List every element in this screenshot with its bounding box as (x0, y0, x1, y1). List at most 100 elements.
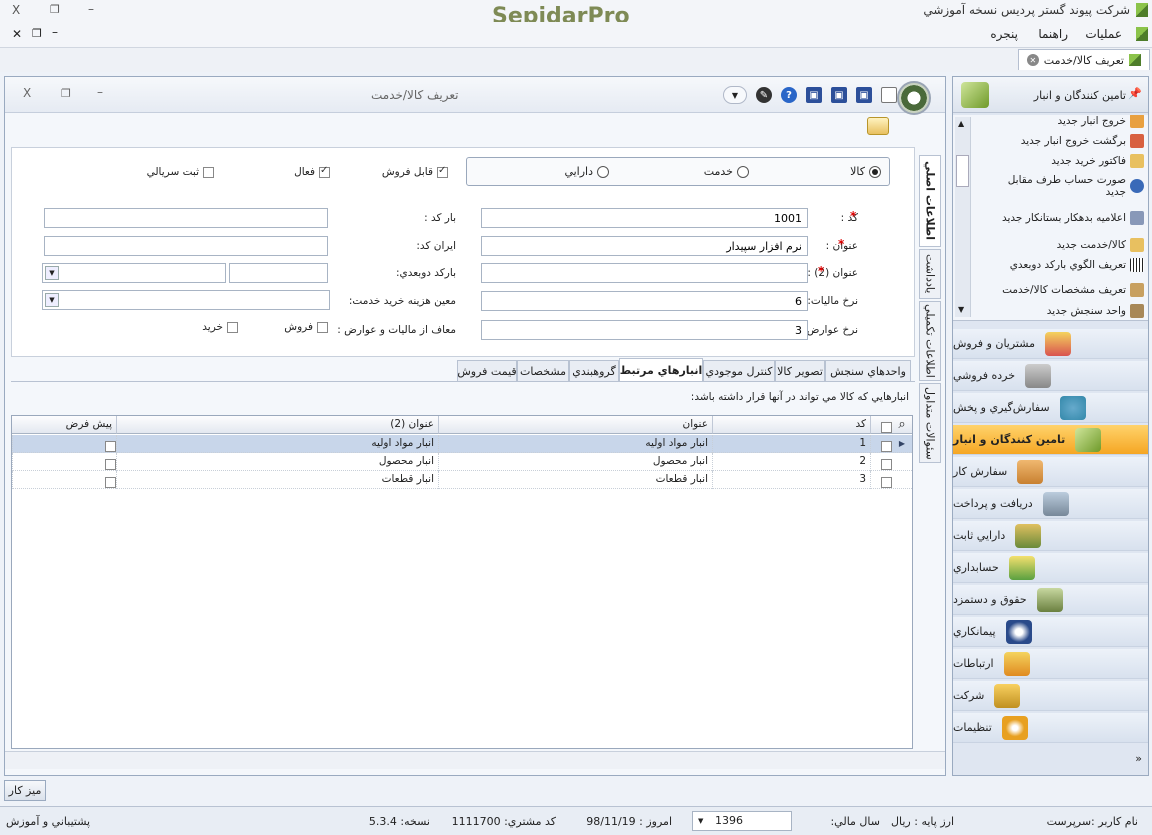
sellable-checkbox[interactable]: قابل فروش (382, 165, 448, 178)
minimize-app-button[interactable]: – (88, 2, 94, 16)
tree-item-warehouse-out[interactable]: خروج انبار جديد (1057, 115, 1144, 131)
iran-code-label: ايران کد: (416, 240, 456, 252)
fiscal-year-dropdown-icon[interactable]: ▼ (698, 812, 703, 830)
cell-default[interactable] (12, 435, 116, 453)
barcode2d-text-input[interactable] (229, 263, 328, 283)
grid-select-all[interactable] (870, 416, 892, 434)
module-contracting[interactable]: پيمانکاري (953, 617, 1148, 647)
help-icon[interactable]: ? (781, 87, 797, 103)
module-distribution[interactable]: سفارش‌گيري و پخش (953, 393, 1148, 423)
tab-image[interactable]: تصوير کالا (775, 360, 825, 381)
scroll-up-icon[interactable]: ▲ (958, 119, 964, 128)
desk-button[interactable]: ميز کار (4, 780, 46, 801)
side-tab-faq[interactable]: سئوالات متداول (919, 383, 941, 463)
module-accounting[interactable]: حسابداري (953, 553, 1148, 583)
form-close-button[interactable]: X (23, 86, 31, 100)
col-code-header[interactable]: کد (712, 416, 870, 434)
grid-search-icon[interactable]: ⌕ (892, 416, 912, 434)
menu-item-operations[interactable]: عمليات (1085, 27, 1122, 41)
save-new-icon[interactable]: ▣ (806, 87, 822, 103)
service-cost-dropdown-icon[interactable]: ▼ (45, 293, 59, 307)
tree-item-debit-credit[interactable]: اعلاميه بدهکار بستانکار جديد (994, 203, 1144, 233)
col-title2-header[interactable]: عنوان (2) (116, 416, 438, 434)
type-service-radio[interactable]: خدمت (704, 165, 749, 178)
scroll-thumb[interactable] (956, 155, 969, 187)
title2-input[interactable] (481, 263, 808, 283)
table-row[interactable]: 2 انبار محصول انبار محصول (12, 453, 912, 471)
module-fixed-assets[interactable]: دارايي ثابت (953, 521, 1148, 551)
table-row[interactable]: ▶ 1 انبار مواد اوليه انبار مواد اوليه (12, 435, 912, 453)
form-minimize-button[interactable]: – (97, 85, 103, 99)
row-select[interactable] (870, 435, 892, 453)
tree-item-barcode-pattern[interactable]: تعريف الگوي بارکد دوبعدي (1010, 255, 1144, 275)
barcode2d-select[interactable]: ▼ (42, 263, 226, 283)
code-input[interactable] (481, 208, 808, 228)
col-default-header[interactable]: پيش فرض (12, 416, 116, 434)
expand-chevron-icon[interactable]: » (1135, 752, 1142, 765)
restore-doc-button[interactable]: ❐ (32, 27, 42, 40)
side-tab-notes[interactable]: يادداشت (919, 249, 941, 299)
close-app-button[interactable]: X (12, 3, 20, 17)
menu-item-help[interactable]: راهنما (1038, 27, 1068, 41)
tools-icon[interactable]: ✎ (756, 87, 772, 103)
restore-app-button[interactable]: ❐ (50, 3, 60, 16)
form-restore-button[interactable]: ❐ (61, 87, 71, 100)
row-select[interactable] (870, 471, 892, 489)
module-company[interactable]: شرکت (953, 681, 1148, 711)
module-payroll[interactable]: حقوق و دستمزد (953, 585, 1148, 615)
module-settings[interactable]: تنظيمات (953, 713, 1148, 743)
module-suppliers[interactable]: تامين کنندگان و انبار (953, 425, 1148, 455)
exempt-purchase-checkbox[interactable]: خريد (202, 321, 238, 333)
support-link[interactable]: پشتيباني و آموزش (6, 815, 90, 828)
type-asset-radio[interactable]: دارايي (564, 165, 609, 178)
tree-item-counterparty-statement[interactable]: صورت حساب طرف مقابل جديد (994, 171, 1144, 201)
form-logo-icon (897, 81, 931, 115)
tree-item-new-goods[interactable]: کالا/خدمت جديد (1057, 235, 1144, 255)
side-tab-main-info[interactable]: اطلاعات اصلي (919, 155, 941, 247)
iran-code-input[interactable] (44, 236, 328, 256)
duty-rate-input[interactable] (481, 320, 808, 340)
close-doc-button[interactable]: ✕ (12, 27, 22, 41)
minimize-doc-button[interactable]: – (52, 25, 58, 39)
serial-checkbox[interactable]: ثبت سريالي (147, 166, 214, 178)
module-sales[interactable]: مشتريان و فروش (953, 329, 1148, 359)
table-row[interactable]: 3 انبار قطعات انبار قطعات (12, 471, 912, 489)
tree-scrollbar[interactable]: ▲ ▼ (955, 117, 971, 317)
tab-related-warehouses[interactable]: انبارهاي مرتبط (619, 358, 703, 381)
barcode2d-dropdown-icon[interactable]: ▼ (45, 266, 59, 280)
new-document-icon[interactable] (881, 87, 897, 103)
barcode-input[interactable] (44, 208, 328, 228)
title-input[interactable] (481, 236, 808, 256)
tab-specs[interactable]: مشخصات (517, 360, 569, 381)
tab-sale-price[interactable]: قيمت فروش (457, 360, 517, 381)
row-select[interactable] (870, 453, 892, 471)
type-goods-radio[interactable]: کالا (850, 165, 881, 178)
side-tab-extra-info[interactable]: اطلاعات تکميلي (919, 301, 941, 381)
tree-item-unit[interactable]: واحد سنجش جديد (1047, 301, 1144, 320)
exempt-sale-checkbox[interactable]: فروش (284, 321, 328, 333)
scroll-down-icon[interactable]: ▼ (958, 305, 964, 314)
save-close-icon[interactable]: ▣ (831, 87, 847, 103)
cell-default[interactable] (12, 453, 116, 471)
save-icon[interactable]: ▣ (856, 87, 872, 103)
tax-rate-input[interactable] (481, 291, 808, 311)
module-communications[interactable]: ارتباطات (953, 649, 1148, 679)
options-dropdown-icon[interactable]: ▼ (723, 86, 747, 104)
active-checkbox[interactable]: فعال (294, 165, 330, 178)
tree-item-purchase-invoice[interactable]: فاکتور خريد جديد (1051, 151, 1144, 171)
service-cost-select[interactable]: ▼ (42, 290, 330, 310)
tab-grouping[interactable]: گروهبندي (569, 360, 619, 381)
cell-default[interactable] (12, 471, 116, 489)
tab-stock-control[interactable]: کنترل موجودي (703, 360, 775, 381)
doc-tab-close-icon[interactable]: ✕ (1026, 54, 1039, 66)
module-retail[interactable]: خرده فروشي (953, 361, 1148, 391)
menu-item-window[interactable]: پنجره (990, 27, 1018, 41)
module-treasury[interactable]: دريافت و پرداخت (953, 489, 1148, 519)
tab-units[interactable]: واحدهاي سنجش (825, 360, 911, 381)
tree-item-return-out[interactable]: برگشت خروج انبار جديد (1021, 131, 1144, 151)
module-work-order[interactable]: سفارش کار (953, 457, 1148, 487)
col-title-header[interactable]: عنوان (438, 416, 712, 434)
fiscal-year-select[interactable]: ▼ 1396 (692, 811, 792, 831)
doc-tab-item-define[interactable]: تعريف کالا/خدمت ✕ (1017, 49, 1150, 70)
pin-icon[interactable]: 📌 (1128, 87, 1142, 100)
